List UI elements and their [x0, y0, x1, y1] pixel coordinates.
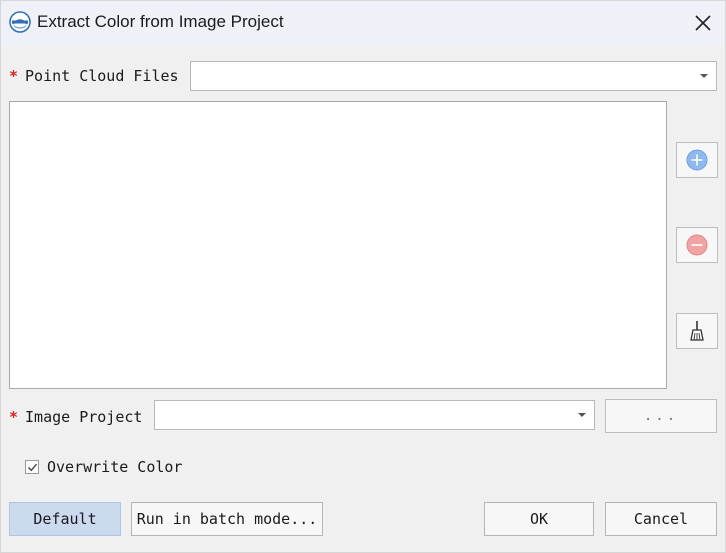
chevron-down-icon[interactable] — [578, 413, 586, 417]
image-project-label: * Image Project — [9, 408, 142, 426]
remove-file-button[interactable] — [676, 227, 718, 263]
overwrite-color-label: Overwrite Color — [47, 458, 183, 476]
overwrite-color-option[interactable]: Overwrite Color — [25, 458, 182, 476]
add-file-button[interactable] — [676, 142, 718, 178]
close-button[interactable] — [687, 7, 719, 39]
close-icon — [695, 15, 711, 31]
required-marker: * — [9, 408, 19, 426]
check-icon — [27, 463, 37, 471]
required-marker: * — [9, 67, 19, 85]
broom-icon — [690, 321, 704, 341]
minus-circle-icon — [686, 234, 708, 256]
ok-button[interactable]: OK — [484, 502, 594, 536]
run-batch-mode-button[interactable]: Run in batch mode... — [131, 502, 323, 536]
clear-files-button[interactable] — [676, 313, 718, 349]
title-bar: Extract Color from Image Project — [1, 1, 725, 45]
point-cloud-files-label: * Point Cloud Files — [9, 67, 179, 85]
default-button[interactable]: Default — [9, 502, 121, 536]
point-cloud-file-list[interactable] — [9, 101, 667, 389]
overwrite-color-checkbox[interactable] — [25, 460, 39, 474]
cancel-button[interactable]: Cancel — [605, 502, 717, 536]
app-logo-icon — [9, 11, 31, 33]
point-cloud-files-label-text: Point Cloud Files — [25, 67, 179, 85]
extract-color-dialog: Extract Color from Image Project * Point … — [0, 0, 726, 553]
window-title: Extract Color from Image Project — [37, 12, 284, 31]
image-project-combo[interactable] — [154, 400, 595, 430]
plus-circle-icon — [686, 149, 708, 171]
browse-image-project-button[interactable]: ... — [605, 399, 717, 433]
point-cloud-files-combo[interactable] — [190, 61, 717, 91]
image-project-label-text: Image Project — [25, 408, 143, 426]
chevron-down-icon[interactable] — [700, 74, 708, 78]
